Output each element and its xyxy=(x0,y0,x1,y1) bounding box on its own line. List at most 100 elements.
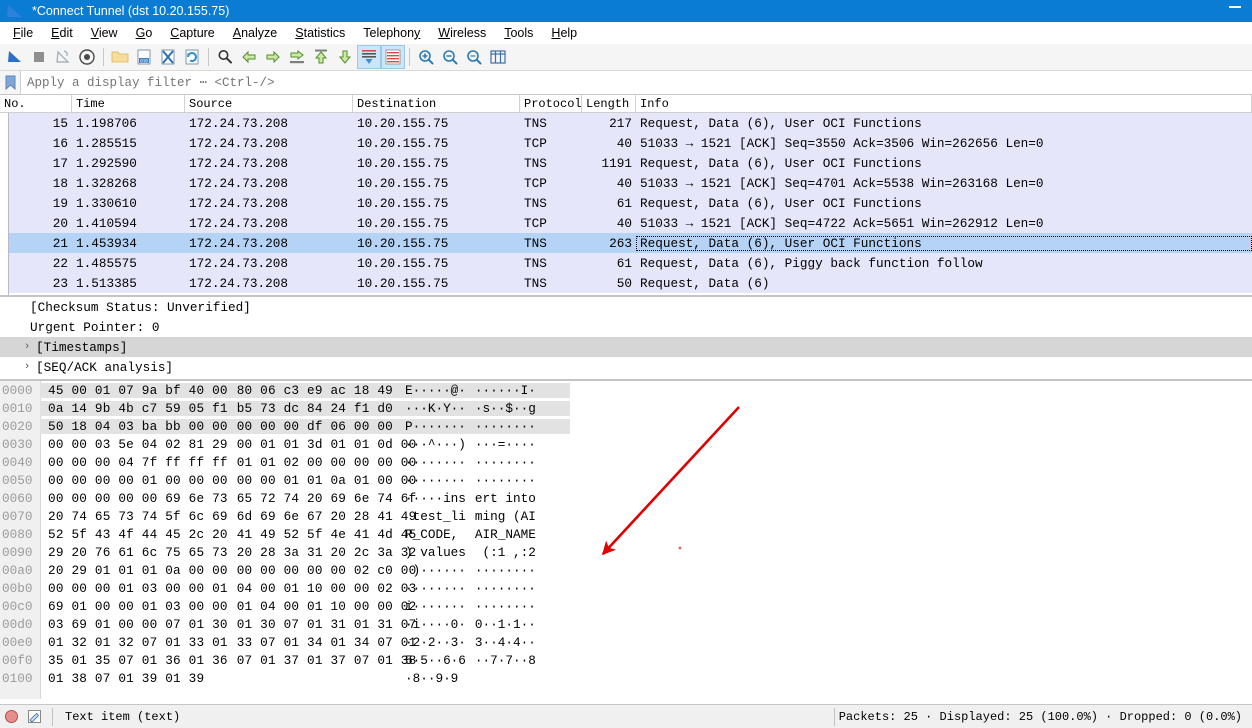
hex-ascii: ···^···) ···=···· xyxy=(405,436,536,452)
hex-bytes: 01 38 07 01 39 01 39 xyxy=(48,670,205,686)
packet-cell-length: 61 xyxy=(616,255,632,271)
expand-chevron-icon[interactable]: › xyxy=(18,341,36,353)
restart-capture-icon[interactable] xyxy=(51,45,75,69)
packet-cell-no: 22 xyxy=(52,255,68,271)
hex-row[interactable]: 0020 50 18 04 03 ba bb 00 00 00 00 00 df 0… xyxy=(0,417,1252,435)
capture-options-icon[interactable] xyxy=(75,45,99,69)
expand-chevron-icon[interactable]: › xyxy=(18,361,36,373)
packet-row[interactable]: 20 1.410594 172.24.73.208 10.20.155.75 TCP 40… xyxy=(0,213,1252,233)
packet-cell-protocol: TNS xyxy=(524,195,547,211)
menu-capture[interactable]: Capture xyxy=(161,24,223,42)
packet-details-pane[interactable]: [Checksum Status: Unverified] Urgent Poin… xyxy=(0,297,1252,381)
column-header-destination[interactable]: Destination xyxy=(353,95,520,112)
hex-offset: 00e0 xyxy=(2,634,33,650)
detail-row[interactable]: Urgent Pointer: 0 xyxy=(0,317,1252,337)
go-first-packet-icon[interactable] xyxy=(309,45,333,69)
capture-comment-icon[interactable] xyxy=(22,709,46,724)
column-header-source[interactable]: Source xyxy=(185,95,353,112)
go-back-icon[interactable] xyxy=(237,45,261,69)
hex-row[interactable]: 0100 01 38 07 01 39 01 39 ·8··9·9 xyxy=(0,669,1252,687)
detail-row[interactable]: › [Timestamps] xyxy=(0,337,1252,357)
column-header-time[interactable]: Time xyxy=(72,95,185,112)
go-forward-icon[interactable] xyxy=(261,45,285,69)
minimize-button[interactable] xyxy=(1218,0,1252,22)
hex-row[interactable]: 00a0 20 29 01 01 01 0a 00 00 00 00 00 00 0… xyxy=(0,561,1252,579)
auto-scroll-icon[interactable] xyxy=(357,45,381,69)
packet-cell-time: 1.328268 xyxy=(76,175,137,191)
resize-columns-icon[interactable] xyxy=(486,45,510,69)
hex-row[interactable]: 0040 00 00 00 04 7f ff ff ff 01 01 02 00 0… xyxy=(0,453,1252,471)
hex-row[interactable]: 0070 20 74 65 73 74 5f 6c 69 6d 69 6e 67 2… xyxy=(0,507,1252,525)
hex-row[interactable]: 00c0 69 01 00 00 01 03 00 00 01 04 00 01 1… xyxy=(0,597,1252,615)
hex-row[interactable]: 0000 45 00 01 07 9a bf 40 00 80 06 c3 e9 a… xyxy=(0,381,1252,399)
menu-wireless[interactable]: Wireless xyxy=(429,24,495,42)
zoom-out-icon[interactable] xyxy=(438,45,462,69)
packet-row[interactable]: 16 1.285515 172.24.73.208 10.20.155.75 TCP 40… xyxy=(0,133,1252,153)
hex-row[interactable]: 00d0 03 69 01 00 00 07 01 30 01 30 07 01 3… xyxy=(0,615,1252,633)
hex-ascii: i······· ········ xyxy=(405,598,536,614)
packet-row[interactable]: 23 1.513385 172.24.73.208 10.20.155.75 TNS 50… xyxy=(0,273,1252,293)
colorize-packets-icon[interactable] xyxy=(381,45,405,69)
hex-bytes: 00 00 03 5e 04 02 81 29 00 01 01 3d 01 01… xyxy=(48,436,417,452)
menu-telephony[interactable]: Telephony xyxy=(354,24,429,42)
menu-bar: File Edit View Go Capture Analyze Statis… xyxy=(0,22,1252,44)
hex-ascii: ········ ········ xyxy=(405,472,536,488)
hex-dump-body[interactable]: 0000 45 00 01 07 9a bf 40 00 80 06 c3 e9 a… xyxy=(0,381,1252,687)
zoom-in-icon[interactable] xyxy=(414,45,438,69)
hex-row[interactable]: 00f0 35 01 35 07 01 36 01 36 07 01 37 01 3… xyxy=(0,651,1252,669)
packet-row[interactable]: 22 1.485575 172.24.73.208 10.20.155.75 TNS 61… xyxy=(0,253,1252,273)
toolbar-separator xyxy=(409,48,410,66)
packet-list-pane[interactable]: No. Time Source Destination Protocol Length In… xyxy=(0,95,1252,297)
packet-list-body[interactable]: 15 1.198706 172.24.73.208 10.20.155.75 TNS 21… xyxy=(0,113,1252,293)
packet-row[interactable]: 19 1.330610 172.24.73.208 10.20.155.75 TNS 61… xyxy=(0,193,1252,213)
hex-bytes: 01 32 01 32 07 01 33 01 33 07 01 34 01 34… xyxy=(48,634,417,650)
go-to-packet-icon[interactable] xyxy=(285,45,309,69)
bookmark-icon[interactable] xyxy=(0,71,21,94)
open-file-icon[interactable] xyxy=(108,45,132,69)
detail-row[interactable]: [Checksum Status: Unverified] xyxy=(0,297,1252,317)
menu-analyze[interactable]: Analyze xyxy=(224,24,286,42)
expert-info-icon[interactable] xyxy=(0,710,22,723)
hex-row[interactable]: 0080 52 5f 43 4f 44 45 2c 20 41 49 52 5f 4… xyxy=(0,525,1252,543)
packet-cell-destination: 10.20.155.75 xyxy=(357,175,449,191)
menu-help[interactable]: Help xyxy=(542,24,586,42)
hex-row[interactable]: 0030 00 00 03 5e 04 02 81 29 00 01 01 3d 0… xyxy=(0,435,1252,453)
packet-row[interactable]: 18 1.328268 172.24.73.208 10.20.155.75 TCP 40… xyxy=(0,173,1252,193)
menu-go[interactable]: Go xyxy=(127,24,162,42)
save-file-icon[interactable]: 010 xyxy=(132,45,156,69)
menu-tools[interactable]: Tools xyxy=(495,24,542,42)
close-file-icon[interactable] xyxy=(156,45,180,69)
packet-cell-length: 217 xyxy=(609,115,632,131)
find-packet-icon[interactable] xyxy=(213,45,237,69)
column-header-no[interactable]: No. xyxy=(0,95,72,112)
detail-row[interactable]: › [SEQ/ACK analysis] xyxy=(0,357,1252,377)
hex-row[interactable]: 0090 29 20 76 61 6c 75 65 73 20 28 3a 31 2… xyxy=(0,543,1252,561)
hex-row[interactable]: 0060 00 00 00 00 00 69 6e 73 65 72 74 20 6… xyxy=(0,489,1252,507)
go-last-packet-icon[interactable] xyxy=(333,45,357,69)
menu-edit[interactable]: Edit xyxy=(42,24,82,42)
hex-row[interactable]: 00e0 01 32 01 32 07 01 33 01 33 07 01 34 0… xyxy=(0,633,1252,651)
column-header-length[interactable]: Length xyxy=(582,95,636,112)
menu-file[interactable]: File xyxy=(4,24,42,42)
column-header-protocol[interactable]: Protocol xyxy=(520,95,582,112)
display-filter-input[interactable] xyxy=(21,71,1252,94)
packet-cell-destination: 10.20.155.75 xyxy=(357,155,449,171)
stop-capture-icon[interactable] xyxy=(27,45,51,69)
hex-row[interactable]: 0050 00 00 00 00 01 00 00 00 00 00 01 01 0… xyxy=(0,471,1252,489)
packet-cell-length: 263 xyxy=(609,235,632,251)
packet-bytes-pane[interactable]: 0000 45 00 01 07 9a bf 40 00 80 06 c3 e9 a… xyxy=(0,381,1252,699)
menu-statistics[interactable]: Statistics xyxy=(286,24,354,42)
detail-row-label: Urgent Pointer: 0 xyxy=(30,319,160,335)
hex-row[interactable]: 0010 0a 14 9b 4b c7 59 05 f1 b5 73 dc 84 2… xyxy=(0,399,1252,417)
menu-view[interactable]: View xyxy=(82,24,127,42)
start-capture-icon[interactable] xyxy=(3,45,27,69)
reload-file-icon[interactable] xyxy=(180,45,204,69)
packet-row[interactable]: 21 1.453934 172.24.73.208 10.20.155.75 TNS 26… xyxy=(0,233,1252,253)
packet-row[interactable]: 15 1.198706 172.24.73.208 10.20.155.75 TNS 21… xyxy=(0,113,1252,133)
packet-cell-length: 40 xyxy=(616,175,632,191)
packet-row[interactable]: 17 1.292590 172.24.73.208 10.20.155.75 TNS 11… xyxy=(0,153,1252,173)
hex-row[interactable]: 00b0 00 00 00 01 03 00 00 01 04 00 01 10 0… xyxy=(0,579,1252,597)
hex-offset: 0040 xyxy=(2,454,33,470)
zoom-reset-icon[interactable] xyxy=(462,45,486,69)
column-header-info[interactable]: Info xyxy=(636,95,1252,112)
